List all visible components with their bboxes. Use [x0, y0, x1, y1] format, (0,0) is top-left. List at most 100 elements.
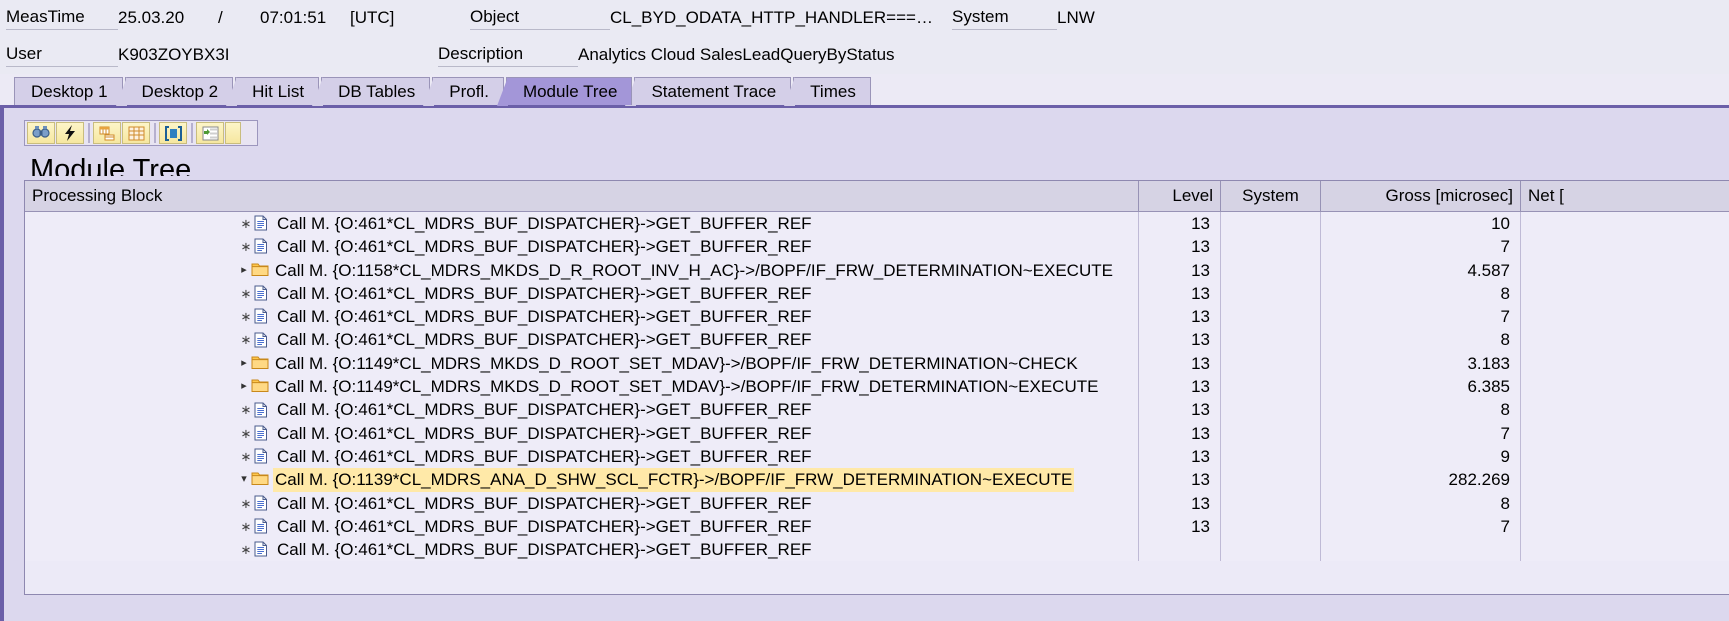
table-row[interactable]: ▸ Call M. {O:1158*CL_MDRS_MKDS_D_R_ROOT_I…	[25, 258, 1729, 282]
tab-desktop-1[interactable]: Desktop 1	[14, 77, 123, 105]
tab-profl[interactable]: Profl.	[423, 77, 504, 106]
column-header-net[interactable]: Net [	[1521, 181, 1641, 211]
tab-module-tree[interactable]: Module Tree	[496, 77, 633, 106]
select-block-icon[interactable]	[159, 122, 187, 144]
measurement-header: MeasTime 25.03.20 / 07:01:51 [UTC] Objec…	[0, 0, 1729, 74]
cell-gross: 10	[1321, 212, 1521, 236]
node-label: Call M. {O:461*CL_MDRS_BUF_DISPATCHER}->…	[277, 330, 812, 350]
column-header-processing-block[interactable]: Processing Block	[25, 181, 1139, 211]
cell-net	[1521, 515, 1641, 538]
tab-times[interactable]: Times	[784, 77, 871, 106]
cell-net	[1521, 282, 1641, 305]
cell-level: 13	[1139, 281, 1221, 306]
document-icon	[253, 215, 271, 232]
cell-net	[1521, 538, 1641, 561]
table-layout-icon[interactable]	[93, 122, 121, 144]
table-row[interactable]: ∗ Call M. {O:461*CL_MDRS_BUF_DISPATCHER}-…	[25, 212, 1729, 236]
table-row[interactable]: ∗ Call M. {O:461*CL_MDRS_BUF_DISPATCHER}-…	[25, 444, 1729, 469]
table-row[interactable]: ∗ Call M. {O:461*CL_MDRS_BUF_DISPATCHER}-…	[25, 281, 1729, 306]
document-icon	[253, 308, 271, 325]
cell-gross: 8	[1321, 398, 1521, 422]
tab-hit-list[interactable]: Hit List	[226, 77, 320, 106]
leaf-bullet-icon: ∗	[240, 402, 252, 418]
node-label: Call M. {O:461*CL_MDRS_BUF_DISPATCHER}->…	[277, 237, 812, 257]
cell-gross: 8	[1321, 281, 1521, 306]
leaf-bullet-icon: ∗	[240, 309, 252, 325]
table-row[interactable]: ∗ Call M. {O:461*CL_MDRS_BUF_DISPATCHER}-…	[25, 235, 1729, 259]
node-label: Call M. {O:1149*CL_MDRS_MKDS_D_ROOT_SET_…	[275, 353, 1078, 373]
document-icon	[253, 425, 271, 442]
cell-level	[1139, 538, 1221, 562]
document-icon	[253, 448, 271, 465]
document-icon	[253, 402, 271, 419]
column-header-gross[interactable]: Gross [microsec]	[1321, 181, 1521, 211]
cell-gross	[1321, 538, 1521, 562]
cell-system	[1221, 281, 1321, 306]
chevron-right-icon[interactable]: ▸	[237, 375, 251, 398]
cell-processing-block: ∗ Call M. {O:461*CL_MDRS_BUF_DISPATCHER}-…	[25, 305, 1139, 329]
cell-gross: 8	[1321, 491, 1521, 515]
chevron-down-icon[interactable]: ▾	[237, 468, 251, 491]
lightning-icon[interactable]	[56, 122, 84, 144]
table-row[interactable]: ▾ Call M. {O:1139*CL_MDRS_ANA_D_SHW_SCL_F…	[25, 468, 1729, 492]
grid-icon[interactable]	[122, 122, 150, 144]
table-row[interactable]: ∗ Call M. {O:461*CL_MDRS_BUF_DISPATCHER}-…	[25, 305, 1729, 329]
toolbar-separator-3	[191, 123, 193, 143]
table-row[interactable]: ∗ Call M. {O:461*CL_MDRS_BUF_DISPATCHER}-…	[25, 328, 1729, 352]
grid-rows: ∗ Call M. {O:461*CL_MDRS_BUF_DISPATCHER}-…	[25, 212, 1729, 562]
leaf-bullet-icon: ∗	[240, 216, 252, 231]
cell-level: 13	[1139, 212, 1221, 236]
system-value: LNW	[1057, 7, 1095, 27]
column-header-level[interactable]: Level	[1139, 181, 1221, 211]
cell-processing-block: ∗ Call M. {O:461*CL_MDRS_BUF_DISPATCHER}-…	[25, 538, 1139, 562]
node-label: Call M. {O:461*CL_MDRS_BUF_DISPATCHER}->…	[277, 423, 812, 443]
cell-system	[1221, 514, 1321, 539]
folder-icon	[251, 471, 269, 488]
cell-net	[1521, 352, 1641, 375]
chevron-right-icon[interactable]: ▸	[237, 352, 251, 375]
cell-system	[1221, 375, 1321, 399]
chevron-right-icon[interactable]: ▸	[237, 259, 251, 282]
cell-processing-block: ∗ Call M. {O:461*CL_MDRS_BUF_DISPATCHER}-…	[25, 421, 1139, 445]
tab-statement-trace[interactable]: Statement Trace	[625, 77, 792, 106]
cell-net	[1521, 398, 1641, 421]
cell-gross: 6.385	[1321, 375, 1521, 399]
table-row[interactable]: ∗ Call M. {O:461*CL_MDRS_BUF_DISPATCHER}-…	[25, 514, 1729, 539]
tab-bar: Desktop 1 Desktop 2 Hit List DB Tables Profl…	[0, 74, 1729, 106]
table-row[interactable]: ▸ Call M. {O:1149*CL_MDRS_MKDS_D_ROOT_SET…	[25, 351, 1729, 376]
meastime-separator: /	[218, 7, 223, 27]
cell-processing-block: ▸ Call M. {O:1158*CL_MDRS_MKDS_D_R_ROOT_I…	[25, 258, 1139, 282]
table-row[interactable]: ∗ Call M. {O:461*CL_MDRS_BUF_DISPATCHER}-…	[25, 398, 1729, 422]
cell-processing-block: ∗ Call M. {O:461*CL_MDRS_BUF_DISPATCHER}-…	[25, 281, 1139, 306]
cell-level: 13	[1139, 514, 1221, 539]
node-label: Call M. {O:1139*CL_MDRS_ANA_D_SHW_SCL_FC…	[273, 468, 1075, 492]
column-header-system[interactable]: System	[1221, 181, 1321, 211]
node-label: Call M. {O:461*CL_MDRS_BUF_DISPATCHER}->…	[277, 493, 812, 513]
cell-level: 13	[1139, 235, 1221, 259]
document-icon	[253, 238, 271, 255]
cell-level: 13	[1139, 468, 1221, 492]
tab-desktop-2[interactable]: Desktop 2	[115, 77, 234, 106]
cell-system	[1221, 258, 1321, 282]
table-row[interactable]: ▸ Call M. {O:1149*CL_MDRS_MKDS_D_ROOT_SET…	[25, 375, 1729, 399]
cell-system	[1221, 351, 1321, 376]
user-label: User	[6, 44, 118, 67]
find-icon[interactable]	[27, 122, 55, 144]
table-row[interactable]: ∗ Call M. {O:461*CL_MDRS_BUF_DISPATCHER}-…	[25, 421, 1729, 445]
tree-hierarchy-icon[interactable]	[196, 122, 224, 144]
cell-net	[1521, 212, 1641, 235]
cell-gross: 4.587	[1321, 258, 1521, 282]
node-label: Call M. {O:1149*CL_MDRS_MKDS_D_ROOT_SET_…	[275, 377, 1099, 397]
document-icon	[253, 332, 271, 349]
cell-level: 13	[1139, 258, 1221, 282]
meastime-timezone: [UTC]	[350, 7, 395, 27]
toolbar-overflow[interactable]	[225, 122, 241, 144]
node-label: Call M. {O:1158*CL_MDRS_MKDS_D_R_ROOT_IN…	[275, 260, 1113, 280]
table-row[interactable]: ∗ Call M. {O:461*CL_MDRS_BUF_DISPATCHER}-…	[25, 538, 1729, 562]
system-label: System	[952, 7, 1057, 30]
tab-db-tables[interactable]: DB Tables	[312, 77, 431, 106]
cell-system	[1221, 491, 1321, 515]
leaf-bullet-icon: ∗	[240, 495, 252, 511]
table-row[interactable]: ∗ Call M. {O:461*CL_MDRS_BUF_DISPATCHER}-…	[25, 491, 1729, 515]
cell-system	[1221, 538, 1321, 562]
